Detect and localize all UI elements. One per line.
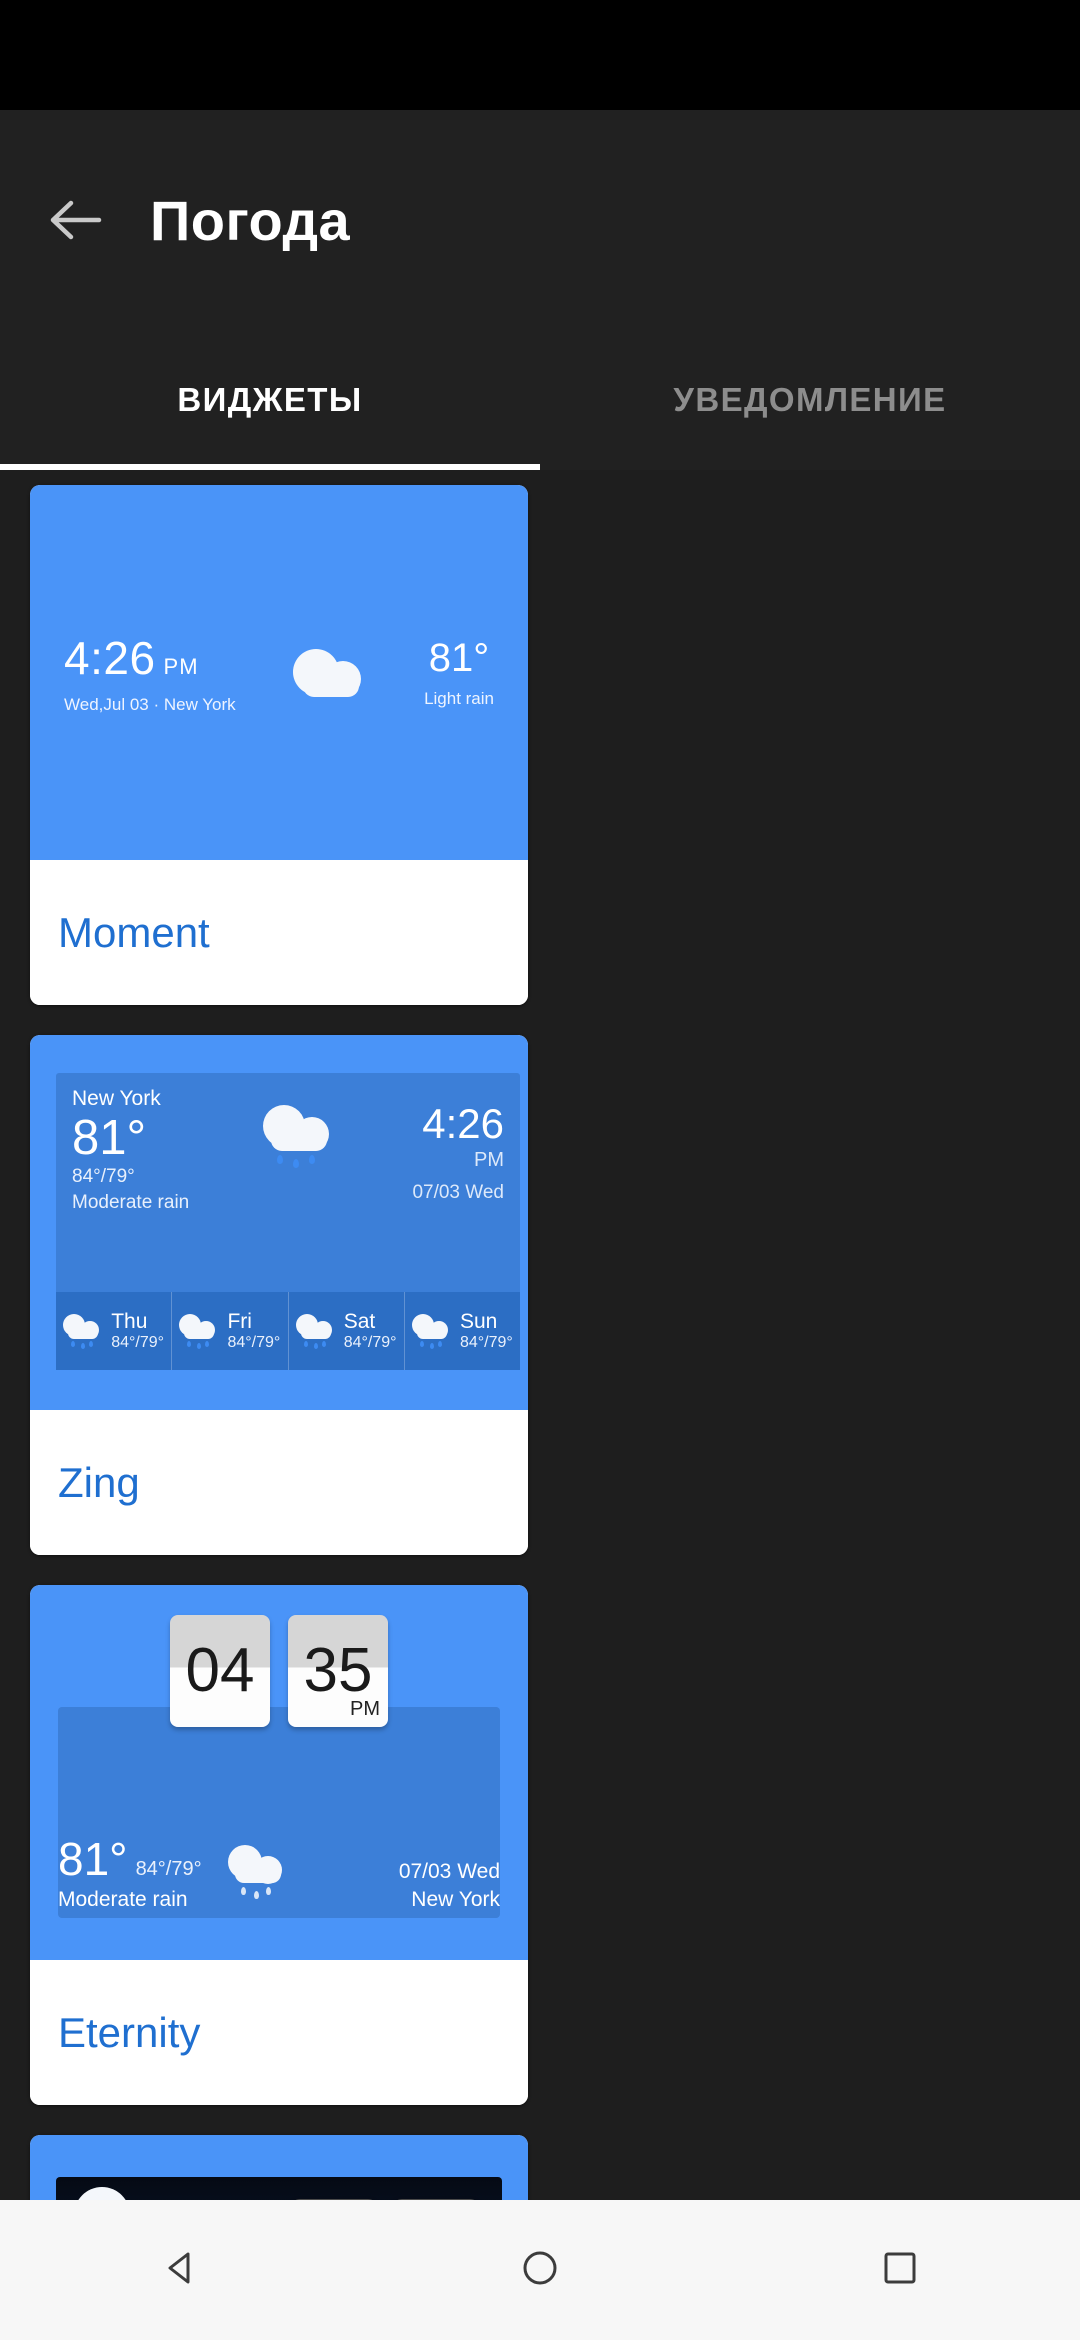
forecast-high-low: 84°/79° <box>111 1334 165 1351</box>
tab-bar: ВИДЖЕТЫ УВЕДОМЛЕНИЕ <box>0 330 1080 470</box>
nav-recents-button[interactable] <box>840 2220 960 2320</box>
eternity-condition: Moderate rain <box>58 1888 188 1911</box>
cloud-rain-icon <box>261 1103 341 1169</box>
zing-forecast-row: Thu 84°/79° Fri 84°/79° Sat 84°/79° Sun … <box>56 1292 520 1370</box>
nav-back-button[interactable] <box>120 2220 240 2320</box>
forecast-item: Thu 84°/79° <box>56 1292 173 1370</box>
moment-date-city: Wed,Jul 03 · New York <box>64 694 236 714</box>
forecast-day: Thu <box>111 1310 148 1333</box>
cloud-icon <box>292 645 367 701</box>
zing-city: New York <box>72 1087 161 1110</box>
moment-temp: 81° <box>428 636 490 680</box>
forecast-day: Sun <box>459 1310 498 1333</box>
widget-card-eternity[interactable]: 04 35 PM 81° 84°/79° Moderate rain 07/03… <box>30 1585 528 2105</box>
system-navigation-bar <box>0 2200 1080 2340</box>
widget-card-zing[interactable]: New York 81° 84°/79° Moderate rain 4:26 … <box>30 1035 528 1555</box>
zing-date: 07/03 Wed <box>412 1182 504 1203</box>
circle-home-icon <box>518 2246 562 2295</box>
moment-ampm: PM <box>163 653 199 679</box>
phone-screen: Погода ВИДЖЕТЫ УВЕДОМЛЕНИЕ 4:26 PM Wed,Ju… <box>0 0 1080 2340</box>
square-recents-icon <box>878 2246 922 2295</box>
forecast-high-low: 84°/79° <box>343 1334 397 1351</box>
zing-time: 4:26 <box>422 1100 504 1147</box>
zing-temp: 81° <box>72 1111 147 1165</box>
eternity-hour: 04 <box>185 1636 255 1705</box>
eternity-minute: 35 <box>303 1636 373 1705</box>
status-bar <box>0 0 1080 110</box>
moment-condition: Light rain <box>424 689 494 708</box>
zing-ampm: PM <box>474 1149 504 1171</box>
eternity-temp: 81° <box>58 1833 128 1885</box>
cloud-rain-icon <box>227 1845 290 1901</box>
eternity-ampm: PM <box>350 1698 380 1720</box>
widget-preview-eternity: 04 35 PM 81° 84°/79° Moderate rain 07/03… <box>30 1585 528 1960</box>
forecast-item: Sun 84°/79° <box>405 1292 520 1370</box>
forecast-high-low: 84°/79° <box>459 1334 513 1351</box>
eternity-city: New York <box>411 1888 500 1911</box>
cloud-rain-icon <box>411 1314 452 1349</box>
tab-widgets[interactable]: ВИДЖЕТЫ <box>0 330 540 470</box>
page-title: Погода <box>150 188 351 252</box>
eternity-high-low: 84°/79° <box>135 1858 202 1880</box>
widget-grid-scroll[interactable]: 4:26 PM Wed,Jul 03 · New York 81° Light … <box>0 470 1080 2200</box>
cloud-rain-icon <box>63 1314 103 1349</box>
eternity-date: 07/03 Wed <box>398 1860 500 1883</box>
forecast-item: Sat 84°/79° <box>289 1292 405 1370</box>
widget-preview-zing: New York 81° 84°/79° Moderate rain 4:26 … <box>30 1035 528 1410</box>
zing-condition: Moderate rain <box>72 1192 190 1214</box>
forecast-day: Fri <box>227 1310 252 1333</box>
forecast-item: Fri 84°/79° <box>172 1292 289 1370</box>
cloud-rain-icon <box>295 1314 336 1349</box>
tab-notification[interactable]: УВЕДОМЛЕНИЕ <box>540 330 1080 470</box>
arrow-left-icon <box>47 198 103 242</box>
nav-home-button[interactable] <box>480 2220 600 2320</box>
flip-hour: 04 <box>170 1615 270 1727</box>
triangle-back-icon <box>158 2246 202 2295</box>
widget-preview-apollo: Light rain PM 04 26 81° 84°/79° <box>30 2135 528 2200</box>
widget-card-moment[interactable]: 4:26 PM Wed,Jul 03 · New York 81° Light … <box>30 485 528 1005</box>
flip-minute: 35 PM <box>288 1615 388 1727</box>
cloud-rain-icon <box>74 2183 166 2200</box>
forecast-day: Sat <box>343 1310 376 1333</box>
zing-high-low: 84°/79° <box>72 1166 135 1188</box>
widget-preview-moment: 4:26 PM Wed,Jul 03 · New York 81° Light … <box>30 485 528 860</box>
cloud-rain-icon <box>179 1314 219 1349</box>
widget-name-eternity: Eternity <box>30 1960 528 2105</box>
widget-card-apollo[interactable]: Light rain PM 04 26 81° 84°/79° <box>30 2135 528 2200</box>
app-bar: Погода <box>0 110 1080 330</box>
widget-name-zing: Zing <box>30 1410 528 1555</box>
moment-time: 4:26 <box>64 631 156 684</box>
forecast-high-low: 84°/79° <box>227 1334 281 1351</box>
back-button[interactable] <box>0 198 150 242</box>
widget-grid: 4:26 PM Wed,Jul 03 · New York 81° Light … <box>0 470 1080 2200</box>
widget-name-moment: Moment <box>30 860 528 1005</box>
